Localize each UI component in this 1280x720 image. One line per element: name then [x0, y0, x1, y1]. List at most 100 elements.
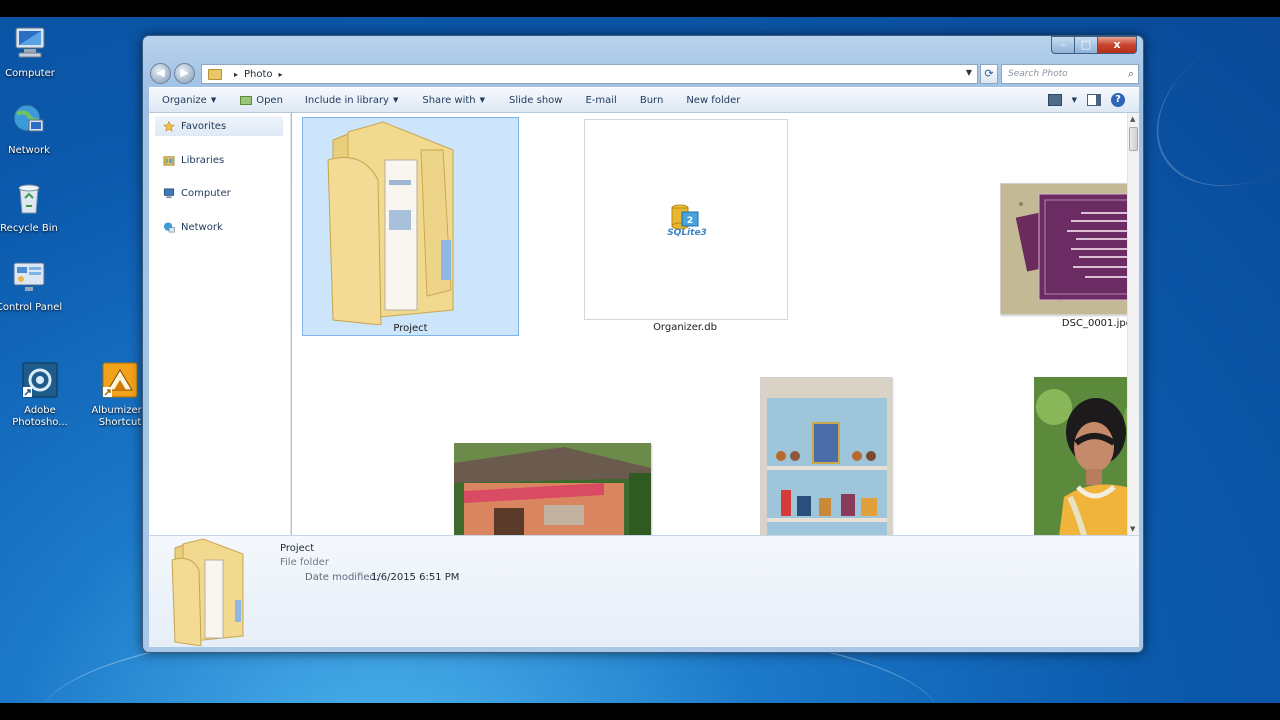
breadcrumb-separator[interactable]: ▸	[234, 70, 238, 79]
desktop-icon-recycle-bin[interactable]: Recycle Bin	[0, 180, 64, 235]
desktop-icon-network[interactable]: Network	[0, 102, 64, 157]
desktop-icon-computer[interactable]: Computer	[0, 25, 65, 80]
minimize-button[interactable]: –	[1051, 36, 1074, 54]
invitation-photo	[1001, 184, 1127, 314]
control-panel-icon	[13, 262, 45, 291]
desktop-icon-label: Adobe Photosho...	[12, 405, 68, 428]
nav-label: Libraries	[181, 154, 225, 166]
folder-icon	[327, 121, 454, 325]
date-modified-label: Date modified:	[305, 572, 380, 583]
house-photo	[454, 443, 651, 535]
image-thumbnail	[1034, 377, 1127, 535]
chevron-down-icon[interactable]: ▼	[1072, 96, 1077, 104]
scroll-up-icon[interactable]: ▲	[1130, 115, 1135, 123]
desktop-icon-label: Computer	[5, 68, 55, 79]
nav-item-favorites[interactable]: Favorites	[155, 116, 283, 136]
nav-label: Network	[181, 221, 223, 233]
forward-button[interactable]: ▶	[174, 63, 195, 84]
desktop: Computer Network Recycle Bin Control Pan…	[0, 17, 1280, 703]
network-icon	[13, 104, 44, 132]
details-name: Project	[280, 543, 315, 554]
preview-pane-icon[interactable]	[1087, 94, 1101, 106]
nav-item-network[interactable]: Network	[155, 217, 283, 237]
navigation-pane: Favorites Libraries Computer Network	[149, 113, 291, 535]
organize-label: Organize	[162, 94, 207, 106]
shelf-photo	[761, 378, 891, 535]
libraries-icon	[163, 155, 175, 166]
address-history-dropdown[interactable]: ▼	[966, 68, 972, 77]
file-thumbnail: 2 SQLite3	[584, 119, 788, 320]
maximize-button[interactable]: □	[1074, 36, 1097, 54]
share-with-button[interactable]: Share with ▼	[422, 95, 485, 106]
sqlite-badge: SQLite3	[667, 228, 707, 238]
refresh-button[interactable]: ⟳	[980, 64, 998, 84]
email-button[interactable]: E-mail	[585, 95, 616, 106]
image-thumbnail	[1000, 183, 1127, 315]
file-item-portrait-photo[interactable]	[1034, 377, 1127, 535]
breadcrumb-separator[interactable]: ▸	[279, 70, 283, 79]
nav-label: Computer	[181, 187, 231, 199]
search-placeholder: Search Photo	[1008, 69, 1068, 79]
change-view-icon[interactable]	[1047, 94, 1062, 106]
address-bar[interactable]: ▸ Photo ▸ ▼	[201, 64, 978, 84]
slide-show-label: Slide show	[509, 94, 563, 106]
vertical-scrollbar[interactable]: ▲ ▼	[1127, 113, 1139, 535]
file-name: Project	[393, 323, 428, 334]
desktop-icon-photoshop[interactable]: Adobe Photosho...	[5, 362, 75, 429]
search-input[interactable]: Search Photo ⌕	[1001, 64, 1139, 84]
include-in-library-button[interactable]: Include in library ▼	[305, 95, 398, 106]
open-button[interactable]: Open	[240, 95, 283, 106]
file-item-shelf-photo[interactable]	[760, 377, 892, 535]
portrait-photo	[1034, 377, 1127, 535]
photoshop-icon	[22, 362, 58, 398]
back-button[interactable]: ◀	[150, 63, 171, 84]
new-folder-button[interactable]: New folder	[686, 95, 740, 106]
nav-item-computer[interactable]: Computer	[155, 183, 283, 203]
chevron-down-icon: ▼	[392, 96, 399, 104]
desktop-icon-label: Network	[8, 145, 50, 156]
computer-icon	[15, 27, 45, 58]
image-thumbnail	[760, 377, 892, 535]
forward-arrow-icon: ▶	[180, 66, 189, 79]
chevron-down-icon: ▼	[210, 96, 217, 104]
file-list: Project 2 SQLite3 Organizer.db DSC_0001.…	[292, 113, 1127, 535]
explorer-window: – □ x ◀ ▶ ▸ Photo ▸ ▼ ⟳ Search Photo ⌕ O…	[142, 35, 1144, 653]
nav-item-libraries[interactable]: Libraries	[155, 150, 283, 170]
date-modified-value: 1/6/2015 6:51 PM	[371, 572, 460, 583]
recycle-bin-icon	[18, 184, 40, 214]
star-icon	[163, 120, 175, 132]
file-item-organizer-db[interactable]: 2 SQLite3 Organizer.db	[582, 117, 792, 336]
details-pane: Project File folder Date modified: 1/6/2…	[149, 535, 1139, 647]
svg-text:2: 2	[687, 216, 693, 226]
email-label: E-mail	[585, 94, 617, 106]
scrollbar-thumb[interactable]	[1129, 127, 1138, 151]
open-label: Open	[256, 94, 283, 106]
organize-button[interactable]: Organize ▼	[162, 95, 216, 106]
caption-buttons: – □ x	[1051, 36, 1137, 54]
share-with-label: Share with	[422, 94, 476, 106]
computer-icon	[163, 187, 175, 198]
folder-icon	[171, 538, 244, 646]
slide-show-button[interactable]: Slide show	[509, 95, 562, 106]
desktop-icon-control-panel[interactable]: Control Panel	[0, 259, 64, 314]
desktop-icon-label: Recycle Bin	[0, 223, 58, 234]
include-in-library-label: Include in library	[304, 94, 389, 106]
file-item-project[interactable]: Project	[302, 117, 519, 336]
back-arrow-icon: ◀	[156, 66, 165, 79]
close-button[interactable]: x	[1097, 36, 1137, 54]
refresh-icon: ⟳	[984, 67, 994, 80]
scroll-down-icon[interactable]: ▼	[1130, 525, 1135, 533]
chevron-down-icon: ▼	[479, 96, 486, 104]
details-type: File folder	[280, 557, 329, 568]
burn-button[interactable]: Burn	[640, 95, 663, 106]
help-icon[interactable]: ?	[1111, 93, 1125, 107]
new-folder-label: New folder	[686, 94, 741, 106]
command-bar: Organize ▼ Open Include in library ▼ Sha…	[149, 87, 1139, 113]
file-item-dsc-0001[interactable]: DSC_0001.jpg	[992, 183, 1127, 338]
file-name: Organizer.db	[653, 322, 717, 333]
breadcrumb-photo[interactable]: Photo	[244, 69, 273, 80]
albumizer-icon	[102, 362, 138, 398]
file-item-house-photo[interactable]	[454, 443, 651, 535]
view-controls: ▼ ?	[1047, 93, 1125, 107]
desktop-icon-label: Control Panel	[0, 302, 63, 313]
